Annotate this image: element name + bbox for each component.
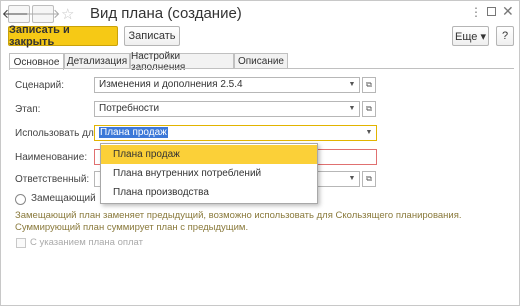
use-for-dropdown-list: Плана продаж Плана внутренних потреблени…	[100, 143, 318, 204]
with-payment-checkbox[interactable]	[16, 238, 26, 248]
stage-label: Этап:	[15, 104, 41, 115]
maximize-icon[interactable]	[487, 7, 496, 16]
open-link-icon[interactable]: ⧉	[362, 171, 376, 187]
chevron-down-icon[interactable]: ▼	[362, 126, 376, 140]
hint-text-2: Суммирующий план суммирует план с предыд…	[15, 222, 249, 233]
responsible-label: Ответственный:	[15, 174, 90, 185]
help-button[interactable]: ?	[496, 26, 514, 46]
tab-detail[interactable]: Детализация	[64, 53, 130, 69]
scenario-field[interactable]: Изменения и дополнения 2.5.4 ▼	[94, 77, 360, 93]
tabs-divider	[9, 68, 514, 69]
open-link-icon[interactable]: ⧉	[362, 101, 376, 117]
window-title: Вид плана (создание)	[90, 5, 242, 22]
tab-fill-settings[interactable]: Настройки заполнения	[130, 51, 234, 73]
open-link-icon[interactable]: ⧉	[362, 77, 376, 93]
close-icon[interactable]: ✕	[502, 3, 514, 20]
scenario-value: Изменения и дополнения 2.5.4	[99, 79, 243, 90]
use-for-value: Плана продаж	[99, 127, 168, 138]
chevron-down-icon[interactable]: ▼	[345, 172, 359, 186]
chevron-down-icon[interactable]: ▼	[345, 78, 359, 92]
save-and-close-button[interactable]: Записать и закрыть	[8, 24, 118, 48]
forward-arrow-icon[interactable]: 🡒	[26, 5, 60, 23]
replacing-radio[interactable]	[15, 194, 26, 205]
more-vertical-icon[interactable]: ⋮	[470, 5, 483, 19]
chevron-down-icon[interactable]: ▼	[345, 102, 359, 116]
save-button[interactable]: Записать	[124, 26, 180, 46]
dropdown-option[interactable]: Плана продаж	[101, 145, 317, 164]
dropdown-option[interactable]: Плана производства	[101, 183, 317, 202]
stage-field[interactable]: Потребности ▼	[94, 101, 360, 117]
replacing-label: Замещающий	[31, 193, 96, 204]
form-window: 🡐 🡒 ☆ Вид плана (создание) ⋮ ✕ Записать …	[0, 0, 520, 306]
scenario-label: Сценарий:	[15, 80, 64, 91]
with-payment-label: С указанием плана оплат	[30, 237, 143, 248]
use-for-field[interactable]: Плана продаж ▼	[94, 125, 377, 141]
favorite-star-icon[interactable]: ☆	[61, 5, 74, 23]
use-for-label: Использовать для:	[15, 128, 102, 139]
tab-description[interactable]: Описание	[234, 53, 288, 69]
stage-value: Потребности	[99, 103, 160, 114]
more-button[interactable]: Еще ▾	[452, 26, 489, 46]
dropdown-option[interactable]: Плана внутренних потреблений	[101, 164, 317, 183]
hint-text-1: Замещающий план заменяет предыдущий, воз…	[15, 210, 462, 221]
name-label: Наименование:	[15, 152, 88, 163]
